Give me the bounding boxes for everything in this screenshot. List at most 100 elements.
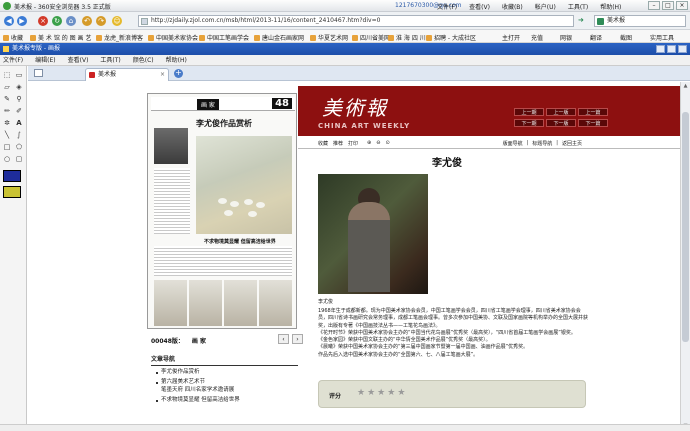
app-menu-edit[interactable]: 编辑(E) [35, 55, 55, 65]
search-input[interactable]: 美术报 [594, 15, 686, 27]
minimize-icon[interactable]: – [648, 1, 660, 10]
folder-icon [310, 35, 316, 41]
go-icon[interactable]: ➜ [578, 16, 584, 24]
favorite-item[interactable]: 四川省美网 [352, 33, 390, 42]
back-icon[interactable]: ◀ [4, 16, 14, 26]
restore-icon[interactable]: ↶ [82, 16, 92, 26]
collect-link[interactable]: 收藏 [318, 140, 328, 147]
rounded-rect-icon[interactable]: ▢ [14, 154, 24, 164]
zoom-in-icon[interactable]: ⊕ [367, 140, 371, 147]
color-swatch-icon[interactable] [3, 186, 21, 198]
next-issue-button[interactable]: 下一期 [514, 119, 544, 127]
line-icon[interactable]: ╲ [2, 130, 12, 140]
stop-icon[interactable]: × [38, 16, 48, 26]
tab-list-icon[interactable] [34, 69, 43, 77]
newspaper-page-thumbnail[interactable]: 画 家 48 李尤俊作品赏析 不求物境莫显耀 但留高洁给世界 [147, 93, 297, 329]
home-link[interactable]: 返回主页 [562, 140, 582, 147]
zoom-out-icon[interactable]: ⊖ [376, 140, 380, 147]
bank-button[interactable]: 网银 [560, 33, 572, 42]
favorite-item[interactable]: 招聘 - 大成社区 [426, 33, 476, 42]
vertical-scrollbar[interactable]: ▲ ▼ [680, 82, 690, 431]
scroll-up-icon[interactable]: ▲ [682, 83, 689, 90]
favorite-item[interactable]: 中国美术家协会 [148, 33, 198, 42]
star-icon[interactable]: ★ [377, 388, 385, 398]
star-icon[interactable]: ★ [357, 388, 365, 398]
app-maximize-icon[interactable] [667, 45, 676, 53]
tab-favicon [89, 72, 95, 78]
zoom-reset-icon[interactable]: ⊙ [385, 140, 389, 147]
address-input[interactable]: http://zjdaily.zjol.com.cn/msb/html/2013… [138, 15, 574, 27]
fill-icon[interactable]: ◈ [14, 82, 24, 92]
app-close-icon[interactable] [678, 45, 687, 53]
star-icon[interactable]: ★ [387, 388, 395, 398]
favorite-item[interactable]: 收藏 [3, 33, 23, 42]
toc-item[interactable]: 第六届美术艺术节 笔墨天府 四川名家学术邀请展 [156, 379, 298, 394]
eraser-icon[interactable]: ▱ [2, 82, 12, 92]
favorite-item[interactable]: 美 术 馆 的 图 画 艺 [30, 33, 91, 42]
smile-icon[interactable]: ☺ [112, 16, 122, 26]
menu-help[interactable]: 帮助(H) [600, 2, 621, 11]
print-link[interactable]: 打印 [348, 140, 358, 147]
menu-favorites[interactable]: 收藏(B) [502, 2, 523, 11]
redo-icon[interactable]: ↷ [96, 16, 106, 26]
menu-view[interactable]: 查看(V) [469, 2, 490, 11]
app-minimize-icon[interactable] [656, 45, 665, 53]
app-menu-tools[interactable]: 工具(T) [100, 55, 120, 65]
rect-select-icon[interactable]: ▭ [14, 70, 24, 80]
title-nav-link[interactable]: 标题导航 [532, 140, 552, 147]
app-menu-colors[interactable]: 颜色(C) [133, 55, 154, 65]
close-icon[interactable]: × [676, 1, 688, 10]
new-tab-icon[interactable]: + [174, 69, 183, 78]
toc-item[interactable]: 李尤俊作品赏析 [156, 369, 298, 376]
next-page-arrow-icon[interactable]: › [292, 334, 303, 344]
color-swatch-icon[interactable] [3, 170, 21, 182]
layout-nav-link[interactable]: 版面导航 [503, 140, 523, 147]
refresh-icon[interactable]: ↻ [52, 16, 62, 26]
pencil-icon[interactable]: ✏ [2, 106, 12, 116]
open-button[interactable]: 主打开 [502, 33, 520, 42]
scroll-thumb[interactable] [682, 112, 689, 342]
screenshot-button[interactable]: 截图 [620, 33, 632, 42]
forward-icon[interactable]: ▶ [17, 16, 27, 26]
app-menu-view[interactable]: 查看(V) [68, 55, 89, 65]
next-article-button[interactable]: 下一篇 [578, 119, 608, 127]
free-select-icon[interactable]: ⬚ [2, 70, 12, 80]
favorite-item[interactable]: 中国工笔画学会 [199, 33, 249, 42]
favorite-item[interactable]: 唐山金石画家网 [254, 33, 304, 42]
brush-icon[interactable]: ✐ [14, 106, 24, 116]
menu-account[interactable]: 帐户(U) [535, 2, 556, 11]
star-icon[interactable]: ★ [367, 388, 375, 398]
app-menu-file[interactable]: 文件(F) [3, 55, 23, 65]
maximize-icon[interactable]: □ [662, 1, 674, 10]
prev-issue-button[interactable]: 上一期 [514, 108, 544, 116]
recommend-link[interactable]: 推荐 [333, 140, 343, 147]
favorite-item[interactable]: 华夏艺术网 [310, 33, 348, 42]
recharge-button[interactable]: 充值 [531, 33, 543, 42]
tab-meishubao[interactable]: 美术报 × [85, 68, 169, 81]
toc-item[interactable]: 不求物境莫显耀 但留高洁给世界 [156, 397, 298, 404]
favorite-item[interactable]: 龙虎_新浪博客 [96, 33, 143, 42]
newspaper-text-column [154, 246, 292, 276]
tools-button[interactable]: 实用工具 [650, 33, 674, 42]
polygon-icon[interactable]: ⬠ [14, 142, 24, 152]
next-page-button[interactable]: 下一版 [546, 119, 576, 127]
text-icon[interactable]: A [14, 118, 24, 128]
ellipse-icon[interactable]: ○ [2, 154, 12, 164]
menu-tools[interactable]: 工具(T) [568, 2, 588, 11]
picker-icon[interactable]: ✎ [2, 94, 12, 104]
airbrush-icon[interactable]: ✲ [2, 118, 12, 128]
magnifier-icon[interactable]: ⚲ [14, 94, 24, 104]
tab-close-icon[interactable]: × [160, 69, 165, 81]
favorite-item[interactable]: 淮 海 四 川 [388, 33, 426, 42]
menu-file[interactable]: 文件(F) [437, 2, 457, 11]
app-menu-help[interactable]: 帮助(H) [166, 55, 187, 65]
prev-page-button[interactable]: 上一版 [546, 108, 576, 116]
star-icon[interactable]: ★ [397, 388, 405, 398]
photo-caption: 李尤俊 [318, 299, 334, 305]
prev-page-arrow-icon[interactable]: ‹ [278, 334, 289, 344]
curve-icon[interactable]: ∫ [14, 130, 24, 140]
rectangle-icon[interactable]: □ [2, 142, 12, 152]
prev-article-button[interactable]: 上一篇 [578, 108, 608, 116]
translate-button[interactable]: 翻译 [590, 33, 602, 42]
home-icon[interactable]: ⌂ [66, 16, 76, 26]
